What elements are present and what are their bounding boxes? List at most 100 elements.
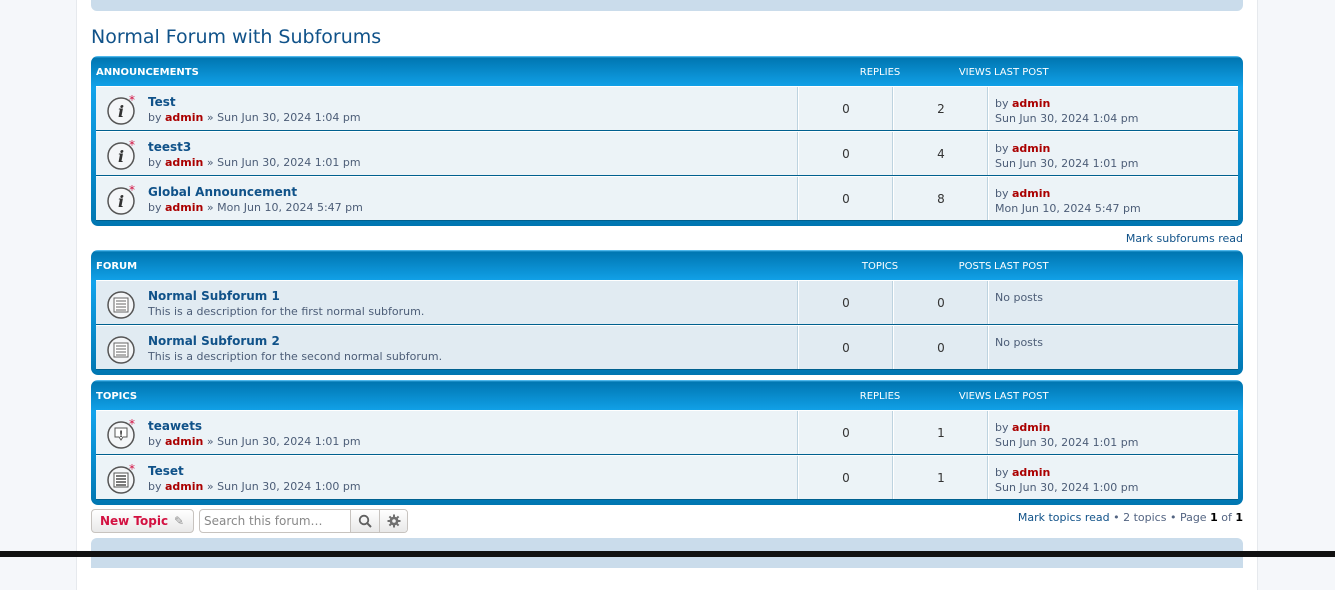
- replies-count: 0: [798, 177, 893, 220]
- poll-topic-icon: ! *: [107, 418, 135, 449]
- forums-block: FORUM TOPICS POSTS LAST POST Normal Subf…: [91, 250, 1243, 375]
- svg-text:i: i: [118, 192, 124, 211]
- topics-count: 0: [798, 326, 893, 369]
- author-link[interactable]: admin: [165, 201, 203, 214]
- screen-edge-bar: [0, 551, 1335, 557]
- announcement-icon: i *: [107, 139, 135, 170]
- header-last-post: LAST POST: [994, 261, 1049, 272]
- topic-row: ! * teawets by admin » Sun Jun 30, 2024 …: [96, 410, 1238, 455]
- forum-search-box: [199, 509, 408, 533]
- author-link[interactable]: admin: [165, 156, 203, 169]
- topic-list: ! * teawets by admin » Sun Jun 30, 2024 …: [96, 410, 1238, 500]
- author-link[interactable]: admin: [165, 111, 203, 124]
- last-post: by admin Sun Jun 30, 2024 1:00 pm: [988, 456, 1238, 499]
- mark-subforums-read-link[interactable]: Mark subforums read: [1126, 232, 1243, 245]
- topic-meta: by admin » Sun Jun 30, 2024 1:01 pm: [148, 156, 361, 169]
- author-link[interactable]: admin: [165, 480, 203, 493]
- topic-title[interactable]: Global Announcement: [148, 185, 297, 199]
- mark-topics-read-link[interactable]: Mark topics read: [1018, 511, 1110, 524]
- svg-text:i: i: [118, 102, 124, 121]
- header-topics: TOPICS: [861, 261, 899, 272]
- search-input[interactable]: [200, 510, 350, 532]
- search-button[interactable]: [350, 510, 379, 532]
- announcements-header: ANNOUNCEMENTS REPLIES VIEWS LAST POST: [96, 56, 1238, 86]
- last-post: by admin Sun Jun 30, 2024 1:01 pm: [988, 132, 1238, 175]
- svg-text:i: i: [118, 147, 124, 166]
- forum-list: Normal Subforum 1 This is a description …: [96, 280, 1238, 370]
- forum-title[interactable]: Normal Subforum 2: [148, 334, 280, 348]
- header-title: ANNOUNCEMENTS: [96, 67, 199, 78]
- topic-title[interactable]: teest3: [148, 140, 191, 154]
- last-post: by admin Sun Jun 30, 2024 1:04 pm: [988, 87, 1238, 130]
- announcement-list: i * Test by admin » Sun Jun 30, 2024 1:0…: [96, 86, 1238, 221]
- forum-description: This is a description for the second nor…: [148, 350, 443, 363]
- last-post-author[interactable]: admin: [1012, 466, 1050, 479]
- last-post: No posts: [988, 326, 1238, 369]
- new-topic-button[interactable]: New Topic ✎: [91, 509, 194, 533]
- current-page: 1: [1210, 511, 1218, 524]
- views-count: 1: [893, 456, 988, 499]
- replies-count: 0: [798, 411, 893, 454]
- pencil-icon: ✎: [173, 514, 184, 528]
- topic-title[interactable]: Test: [148, 95, 176, 109]
- page-title[interactable]: Normal Forum with Subforums: [91, 26, 381, 48]
- announcement-row: i * teest3 by admin » Sun Jun 30, 2024 1…: [96, 131, 1238, 176]
- forum-row: Normal Subforum 1 This is a description …: [96, 280, 1238, 325]
- topic-count: 2 topics: [1123, 511, 1167, 524]
- announcement-icon: i *: [107, 184, 135, 215]
- action-bar: New Topic ✎ Mark topics read • 2 topics …: [91, 509, 1243, 534]
- advanced-search-button[interactable]: [379, 510, 407, 532]
- topic-meta: by admin » Sun Jun 30, 2024 1:01 pm: [148, 435, 361, 448]
- total-pages: 1: [1235, 511, 1243, 524]
- topics-header: TOPICS REPLIES VIEWS LAST POST: [96, 380, 1238, 410]
- forum-row: Normal Subforum 2 This is a description …: [96, 325, 1238, 370]
- header-replies: REPLIES: [859, 67, 901, 78]
- last-post-author[interactable]: admin: [1012, 97, 1050, 110]
- search-icon: [358, 514, 372, 528]
- views-count: 4: [893, 132, 988, 175]
- replies-count: 0: [798, 87, 893, 130]
- header-last-post: LAST POST: [994, 67, 1049, 78]
- author-link[interactable]: admin: [165, 435, 203, 448]
- new-topic-label: New Topic: [100, 514, 169, 528]
- replies-count: 0: [798, 456, 893, 499]
- topic-title[interactable]: Teset: [148, 464, 184, 478]
- topic-meta: by admin » Sun Jun 30, 2024 1:00 pm: [148, 480, 361, 493]
- last-post-author[interactable]: admin: [1012, 421, 1050, 434]
- topic-row: * Teset by admin » Sun Jun 30, 2024 1:00…: [96, 455, 1238, 500]
- forum-title[interactable]: Normal Subforum 1: [148, 289, 280, 303]
- posts-count: 0: [893, 281, 988, 324]
- topic-title[interactable]: teawets: [148, 419, 202, 433]
- last-post-author[interactable]: admin: [1012, 187, 1050, 200]
- header-title: TOPICS: [96, 391, 138, 402]
- svg-text:*: *: [129, 139, 135, 152]
- pagination: Mark topics read • 2 topics • Page 1 of …: [1017, 511, 1243, 524]
- header-title: FORUM: [96, 261, 138, 272]
- topic-meta: by admin » Sun Jun 30, 2024 1:04 pm: [148, 111, 361, 124]
- topic-unread-icon: *: [107, 463, 135, 494]
- announcement-row: i * Test by admin » Sun Jun 30, 2024 1:0…: [96, 86, 1238, 131]
- svg-text:*: *: [129, 184, 135, 197]
- views-count: 2: [893, 87, 988, 130]
- top-panel-strip: [91, 0, 1243, 11]
- topic-meta: by admin » Mon Jun 10, 2024 5:47 pm: [148, 201, 363, 214]
- last-post: by admin Mon Jun 10, 2024 5:47 pm: [988, 177, 1238, 220]
- topics-block: TOPICS REPLIES VIEWS LAST POST ! * teawe…: [91, 380, 1243, 505]
- last-post: No posts: [988, 281, 1238, 324]
- svg-text:*: *: [129, 94, 135, 107]
- views-count: 8: [893, 177, 988, 220]
- forum-read-icon: [107, 336, 135, 364]
- replies-count: 0: [798, 132, 893, 175]
- last-post: by admin Sun Jun 30, 2024 1:01 pm: [988, 411, 1238, 454]
- forum-read-icon: [107, 291, 135, 319]
- header-replies: REPLIES: [859, 391, 901, 402]
- gear-icon: [387, 514, 401, 528]
- header-last-post: LAST POST: [994, 391, 1049, 402]
- svg-text:!: !: [119, 430, 123, 440]
- topics-count: 0: [798, 281, 893, 324]
- last-post-author[interactable]: admin: [1012, 142, 1050, 155]
- views-count: 1: [893, 411, 988, 454]
- forum-description: This is a description for the first norm…: [148, 305, 425, 318]
- svg-text:*: *: [129, 418, 135, 431]
- forums-header: FORUM TOPICS POSTS LAST POST: [96, 250, 1238, 280]
